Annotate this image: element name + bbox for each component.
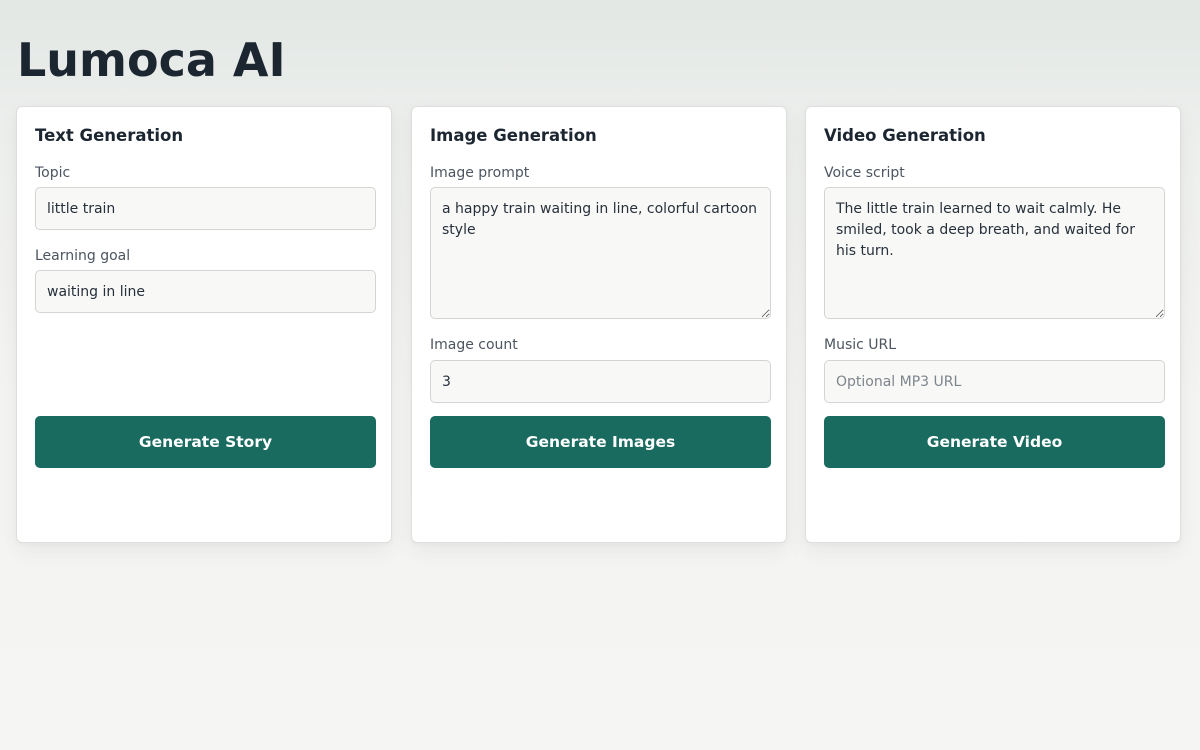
image-count-label: Image count (430, 337, 518, 353)
video-generation-card: Video Generation Voice script The little… (805, 106, 1181, 543)
topic-input[interactable] (35, 187, 376, 230)
learning-goal-input[interactable] (35, 270, 376, 313)
app-title: Lumoca AI (17, 33, 286, 87)
generate-images-button[interactable]: Generate Images (430, 416, 771, 468)
video-generation-title: Video Generation (824, 126, 986, 145)
image-generation-title: Image Generation (430, 126, 597, 145)
generation-panels: Text Generation Topic Learning goal Gene… (16, 106, 1184, 545)
image-count-input[interactable] (430, 360, 771, 403)
image-prompt-textarea[interactable]: a happy train waiting in line, colorful … (430, 187, 771, 319)
generate-story-button[interactable]: Generate Story (35, 416, 376, 468)
learning-goal-label: Learning goal (35, 248, 131, 264)
topic-label: Topic (35, 165, 71, 181)
text-generation-title: Text Generation (35, 126, 184, 145)
image-generation-card: Image Generation Image prompt a happy tr… (411, 106, 787, 543)
voice-script-label: Voice script (824, 165, 905, 181)
music-url-input[interactable] (824, 360, 1165, 403)
music-url-label: Music URL (824, 337, 897, 353)
voice-script-textarea[interactable]: The little train learned to wait calmly.… (824, 187, 1165, 319)
image-prompt-label: Image prompt (430, 165, 530, 181)
text-generation-card: Text Generation Topic Learning goal Gene… (16, 106, 392, 543)
generate-video-button[interactable]: Generate Video (824, 416, 1165, 468)
